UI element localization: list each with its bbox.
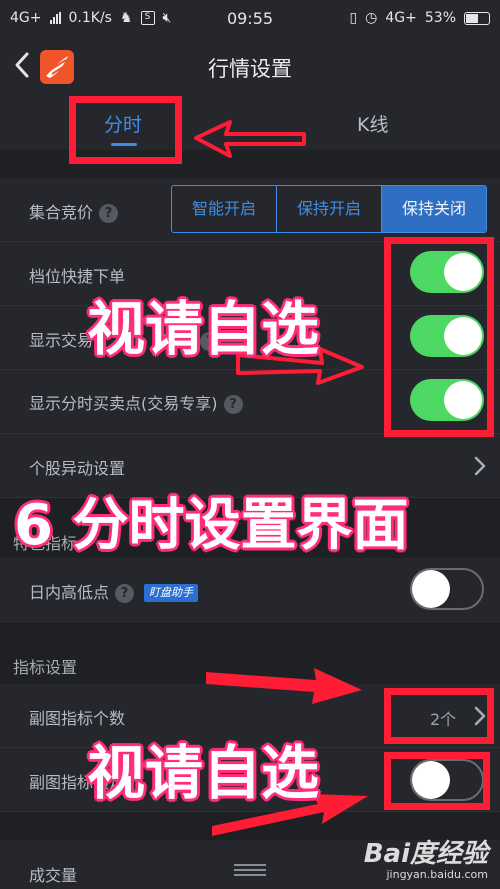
show-trade-label: 显示交易: [29, 331, 94, 350]
assistant-badge: 盯盘助手: [144, 584, 199, 602]
buy-sell-points-label: 显示分时买卖点(交易专享): [29, 394, 218, 413]
app-notification-icon: S: [140, 11, 155, 25]
overlay-caption-top: 视请自选: [87, 295, 320, 363]
annotation-box-tab: [69, 96, 182, 164]
annotation-arrow-count: [206, 668, 362, 704]
network-indicator-right: 4G+: [385, 10, 417, 26]
chevron-right-icon: [474, 456, 486, 476]
battery-icon: [464, 11, 490, 25]
intraday-hl-toggle[interactable]: [410, 568, 484, 610]
auction-segmented-control: 智能开启 保持开启 保持关闭: [171, 185, 487, 233]
watermark-logo: Bai度经验: [363, 839, 488, 869]
network-indicator: 4G+: [10, 10, 42, 26]
mute-icon: 🔇︎: [162, 10, 172, 26]
page-title: 行情设置: [208, 57, 292, 81]
auction-option-smart[interactable]: 智能开启: [172, 186, 277, 232]
annotation-box-lock: [384, 752, 490, 810]
auction-option-keep-off[interactable]: 保持关闭: [382, 186, 486, 232]
signal-icon: [49, 12, 61, 24]
nav-bar: 行情设置: [0, 36, 500, 98]
help-icon[interactable]: ?: [223, 395, 243, 414]
auction-label: 集合竞价: [29, 203, 94, 222]
auction-option-keep-on[interactable]: 保持开启: [277, 186, 382, 232]
intraday-hl-label: 日内高低点: [29, 583, 110, 602]
network-speed: 0.1K/s: [68, 10, 112, 26]
vibrate-icon: ▯: [349, 10, 358, 26]
status-bar: 4G+ 0.1K/s ♞ S 🔇︎ 09:55 ▯ ◷ 4G+ 53%: [0, 0, 500, 36]
toggle-knob: [412, 570, 450, 608]
overlay-caption-bottom: 视请自选: [87, 739, 320, 807]
help-icon[interactable]: ?: [99, 204, 119, 223]
help-icon[interactable]: ?: [115, 584, 135, 603]
section-indicator-title: 指标设置: [13, 658, 78, 677]
stock-anomaly-label: 个股异动设置: [29, 459, 126, 478]
annotation-box-toggles: [384, 237, 494, 437]
alarm-icon: ◷: [365, 10, 378, 26]
battery-percent: 53%: [424, 10, 456, 26]
overlay-caption-mid: 6 分时设置界面: [14, 493, 409, 558]
annotation-box-count: [384, 688, 494, 744]
volume-label: 成交量: [29, 866, 78, 885]
drag-handle-icon[interactable]: [234, 864, 266, 876]
annotation-arrow-tab: [194, 120, 306, 158]
notification-icon: ♞: [119, 10, 133, 26]
watermark: Bai度经验 jingyan.baidu.com: [364, 833, 488, 881]
tab-kline[interactable]: K线: [357, 110, 388, 137]
